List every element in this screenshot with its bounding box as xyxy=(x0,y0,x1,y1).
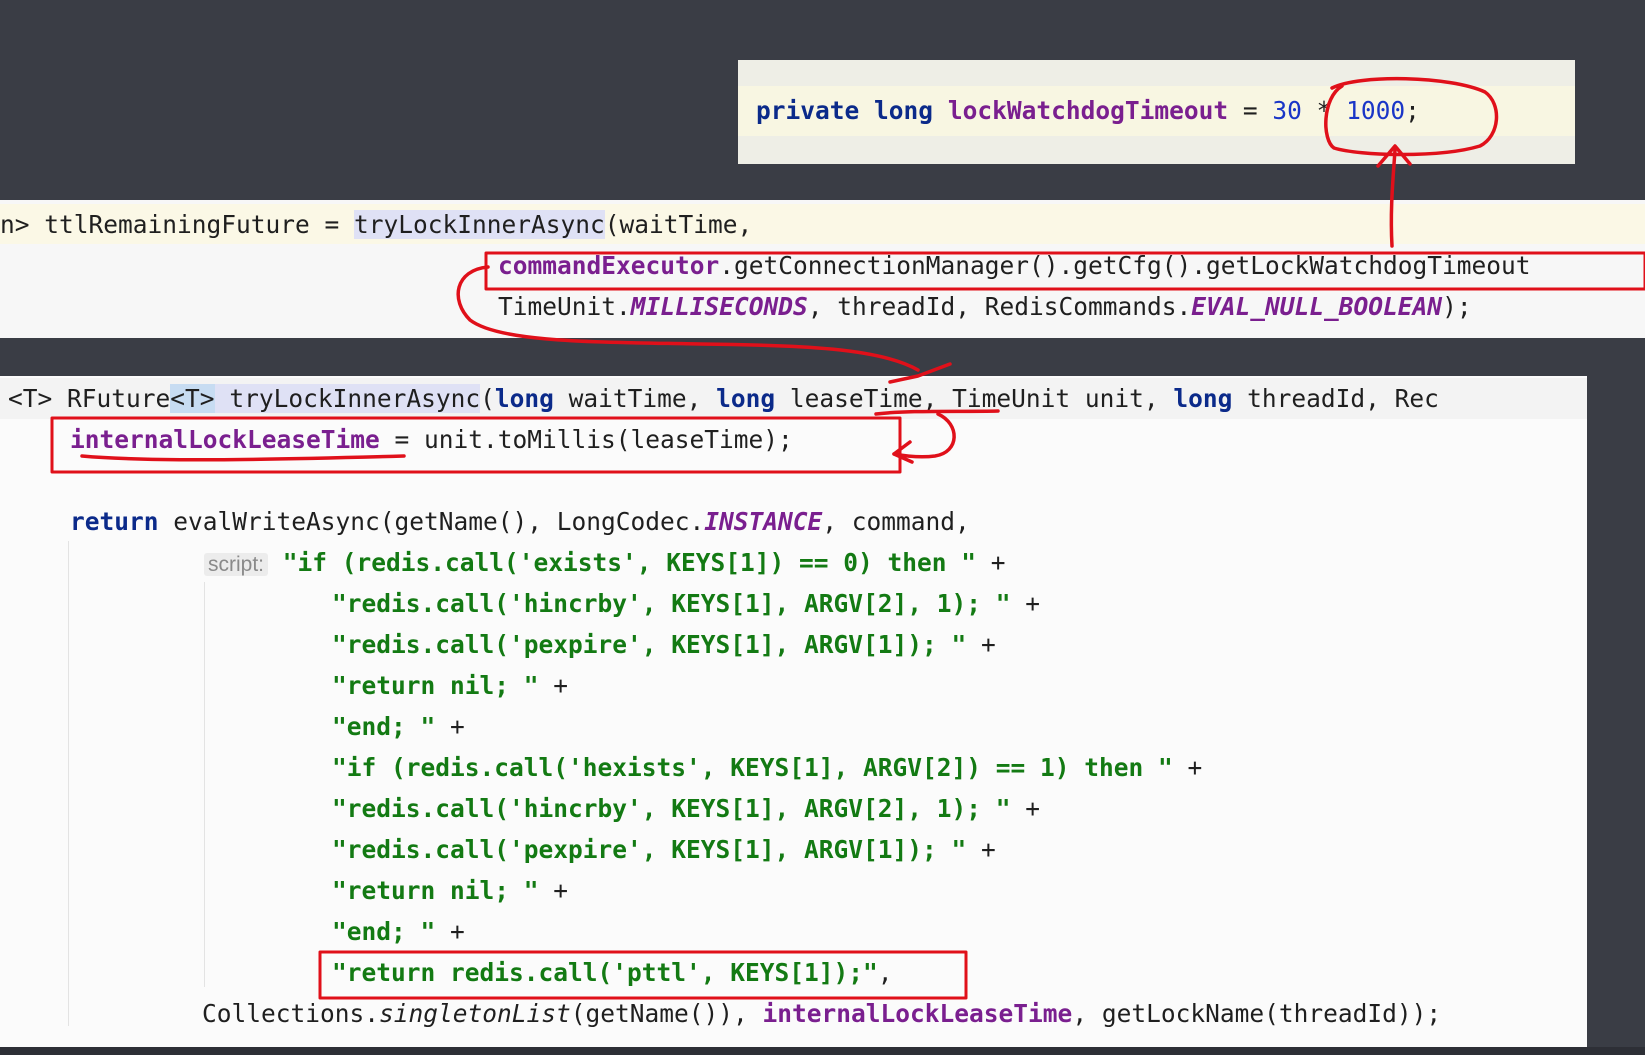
field-internal-lock-lease-time: internalLockLeaseTime xyxy=(70,425,380,454)
semicolon: ; xyxy=(1405,96,1420,125)
code-text: + xyxy=(1010,794,1041,823)
string-literal: "return nil; " xyxy=(332,876,539,905)
string-literal: "redis.call('hincrby', KEYS[1], ARGV[2],… xyxy=(332,794,1011,823)
field-internal-lock-lease-time: internalLockLeaseTime xyxy=(762,999,1073,1028)
code-text: + xyxy=(1172,753,1203,782)
code-panel-method-body: <T> RFuture<T> tryLockInnerAsync(long wa… xyxy=(0,376,1587,1047)
indent-guide xyxy=(68,541,69,1026)
generic-type: T xyxy=(185,384,200,413)
code-line-watchdog-timeout: private long lockWatchdogTimeout = 30 * … xyxy=(756,90,1420,131)
code-text: TimeUnit. xyxy=(498,292,631,321)
operator: = xyxy=(1228,96,1273,125)
code-text: Collections. xyxy=(202,999,380,1028)
method-try-lock-inner-async: tryLockInnerAsync xyxy=(214,384,481,413)
keyword-private: private xyxy=(756,96,860,125)
code-line-script-3: "return nil; " + xyxy=(332,665,568,706)
constant-instance: INSTANCE xyxy=(704,507,823,536)
string-literal: "if (redis.call('hexists', KEYS[1], ARGV… xyxy=(332,753,1173,782)
code-line-script-0: script: "if (redis.call('exists', KEYS[1… xyxy=(204,542,1006,585)
string-literal: "if (redis.call('exists', KEYS[1]) == 0)… xyxy=(282,548,977,577)
code-line-script-2: "redis.call('pexpire', KEYS[1], ARGV[1])… xyxy=(332,624,996,665)
code-text: ( xyxy=(480,384,495,413)
code-line-return-eval: return evalWriteAsync(getName(), LongCod… xyxy=(70,501,970,542)
code-text: evalWriteAsync(getName(), LongCodec. xyxy=(158,507,705,536)
code-text: = unit.toMillis(leaseTime); xyxy=(379,425,793,454)
keyword-return: return xyxy=(70,507,159,536)
code-text: waitTime, xyxy=(553,384,717,413)
code-line-ttl-remaining-future: n> ttlRemainingFuture = tryLockInnerAsyn… xyxy=(0,204,752,245)
code-line-script-6: "redis.call('hincrby', KEYS[1], ARGV[2],… xyxy=(332,788,1040,829)
code-text: , threadId, RedisCommands. xyxy=(807,292,1192,321)
code-text: + xyxy=(435,917,465,946)
keyword-long: long xyxy=(874,96,934,125)
code-text: leaseTime, TimeUnit unit, xyxy=(775,384,1174,413)
code-line-script-8: "return nil; " + xyxy=(332,870,568,911)
indent-guide xyxy=(204,582,205,987)
code-text: n> ttlRemainingFuture = xyxy=(0,210,355,239)
string-literal: "redis.call('pexpire', KEYS[1], ARGV[1])… xyxy=(332,630,967,659)
code-panel-field-declaration: private long lockWatchdogTimeout = 30 * … xyxy=(738,60,1575,164)
generic-bracket: < xyxy=(170,384,186,413)
code-line-watchdog-getter: commandExecutor.getConnectionManager().g… xyxy=(498,245,1531,286)
field-lock-watchdog-timeout: lockWatchdogTimeout xyxy=(947,96,1229,125)
code-line-method-signature: <T> RFuture<T> tryLockInnerAsync(long wa… xyxy=(8,378,1439,419)
bottom-divider xyxy=(0,1047,1645,1055)
code-text: + xyxy=(435,712,465,741)
code-line-script-1: "redis.call('hincrby', KEYS[1], ARGV[2],… xyxy=(332,583,1040,624)
code-text: + xyxy=(966,835,996,864)
code-text: + xyxy=(976,548,1006,577)
code-line-internal-lease-assign: internalLockLeaseTime = unit.toMillis(le… xyxy=(70,419,793,460)
code-text: threadId, Rec xyxy=(1232,384,1439,413)
code-line-script-4: "end; " + xyxy=(332,706,465,747)
code-text: + xyxy=(966,630,996,659)
number-literal: 1000 xyxy=(1346,96,1406,125)
string-literal: "end; " xyxy=(332,712,436,741)
keyword-long: long xyxy=(716,384,776,413)
field-command-executor: commandExecutor xyxy=(498,251,720,280)
code-line-timeunit: TimeUnit.MILLISECONDS, threadId, RedisCo… xyxy=(498,286,1472,327)
code-text: .getConnectionManager().getCfg().getLock… xyxy=(719,251,1531,280)
code-text: (getName()), xyxy=(570,999,763,1028)
code-line-singleton-list: Collections.singletonList(getName()), in… xyxy=(202,993,1441,1034)
code-text: (waitTime, xyxy=(604,210,753,239)
code-text: <T> RFuture xyxy=(8,384,171,413)
code-line-script-10: "return redis.call('pttl', KEYS[1]);", xyxy=(332,952,893,993)
string-literal: "redis.call('pexpire', KEYS[1], ARGV[1])… xyxy=(332,835,967,864)
parameter-hint: script: xyxy=(204,553,269,576)
string-literal: "redis.call('hincrby', KEYS[1], ARGV[2],… xyxy=(332,589,1011,618)
operator: * xyxy=(1301,96,1347,125)
code-panel-call-site: n> ttlRemainingFuture = tryLockInnerAsyn… xyxy=(0,200,1645,338)
generic-bracket: > xyxy=(199,384,215,413)
code-text: + xyxy=(1010,589,1041,618)
code-text: , command, xyxy=(822,507,970,536)
string-literal: "end; " xyxy=(332,917,436,946)
code-text: , getLockName(threadId)); xyxy=(1072,999,1442,1028)
code-text: ); xyxy=(1442,292,1472,321)
number-literal: 30 xyxy=(1272,96,1302,125)
code-text: + xyxy=(538,876,569,905)
keyword-long: long xyxy=(494,384,554,413)
code-text: + xyxy=(538,671,569,700)
method-try-lock-inner-async: tryLockInnerAsync xyxy=(354,210,605,239)
string-literal: "return redis.call('pttl', KEYS[1]);" xyxy=(332,958,878,987)
code-text: , xyxy=(877,958,893,987)
code-line-script-9: "end; " + xyxy=(332,911,465,952)
constant-milliseconds: MILLISECONDS xyxy=(630,292,808,321)
method-singleton-list: singletonList xyxy=(379,999,571,1028)
constant-eval-null-boolean: EVAL_NULL_BOOLEAN xyxy=(1191,292,1443,321)
string-literal: "return nil; " xyxy=(332,671,539,700)
code-line-script-5: "if (redis.call('hexists', KEYS[1], ARGV… xyxy=(332,747,1202,788)
keyword-long: long xyxy=(1173,384,1233,413)
code-line-script-7: "redis.call('pexpire', KEYS[1], ARGV[1])… xyxy=(332,829,996,870)
